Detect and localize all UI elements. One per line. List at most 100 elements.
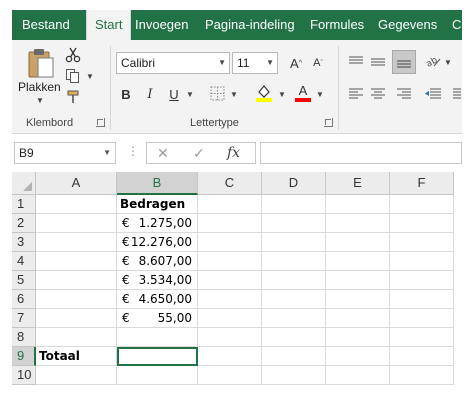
increase-indent-icon[interactable] [448, 86, 462, 102]
cell-e3[interactable] [326, 233, 390, 252]
row-header-3[interactable]: 3 [12, 233, 36, 252]
orientation-icon[interactable]: ab [424, 52, 442, 70]
copy-dropdown-icon[interactable]: ▼ [86, 72, 94, 81]
cell-d5[interactable] [262, 271, 326, 290]
tab-overflow[interactable]: C [452, 10, 461, 40]
cell-e1[interactable] [326, 195, 390, 214]
font-size-combobox[interactable]: 11 ▼ [232, 52, 278, 74]
tab-invoegen[interactable]: Invoegen [135, 10, 189, 40]
cell-a4[interactable] [36, 252, 117, 271]
cell-c8[interactable] [198, 328, 262, 347]
align-middle-icon[interactable] [370, 54, 386, 70]
chevron-down-icon[interactable]: ▼ [266, 53, 274, 73]
cell-f8[interactable] [390, 328, 454, 347]
cell-d7[interactable] [262, 309, 326, 328]
underline-button[interactable]: U [166, 84, 182, 104]
cell-b4[interactable]: €8.607,00 [117, 252, 198, 271]
cell-a3[interactable] [36, 233, 117, 252]
font-dialog-launcher-icon[interactable] [324, 118, 333, 127]
paste-dropdown-icon[interactable]: ▼ [36, 96, 44, 105]
row-header-1[interactable]: 1 [12, 195, 36, 214]
row-header-5[interactable]: 5 [12, 271, 36, 290]
cell-d9[interactable] [262, 347, 326, 366]
cell-d10[interactable] [262, 366, 326, 385]
cell-b2[interactable]: €1.275,00 [117, 214, 198, 233]
align-center-icon[interactable] [370, 86, 386, 102]
cell-b1[interactable]: Bedragen [117, 195, 198, 214]
cell-c1[interactable] [198, 195, 262, 214]
row-header-10[interactable]: 10 [12, 366, 36, 385]
cell-c10[interactable] [198, 366, 262, 385]
font-name-combobox[interactable]: Calibri ▼ [116, 52, 230, 74]
cell-a9[interactable]: Totaal [36, 347, 117, 366]
align-top-icon[interactable] [348, 54, 364, 70]
chevron-down-icon[interactable]: ▼ [218, 53, 226, 73]
cell-e10[interactable] [326, 366, 390, 385]
font-color-dropdown-icon[interactable]: ▼ [316, 90, 324, 99]
cell-b7[interactable]: €55,00 [117, 309, 198, 328]
cell-d6[interactable] [262, 290, 326, 309]
enter-icon[interactable]: ✓ [193, 143, 205, 163]
tab-pagina-indeling[interactable]: Pagina-indeling [205, 10, 295, 40]
cell-e5[interactable] [326, 271, 390, 290]
cell-e4[interactable] [326, 252, 390, 271]
shrink-font-button[interactable]: Aˇ [310, 53, 326, 73]
column-header-d[interactable]: D [262, 172, 326, 195]
insert-function-icon[interactable]: fx [227, 143, 240, 163]
italic-button[interactable]: I [142, 84, 158, 104]
cell-f9[interactable] [390, 347, 454, 366]
cell-f5[interactable] [390, 271, 454, 290]
formula-bar-grip-icon[interactable]: ⋮ [127, 144, 139, 158]
cell-d2[interactable] [262, 214, 326, 233]
cell-c5[interactable] [198, 271, 262, 290]
decrease-indent-icon[interactable] [424, 86, 442, 102]
cell-b6[interactable]: €4.650,00 [117, 290, 198, 309]
copy-icon[interactable] [64, 67, 82, 85]
font-color-icon[interactable]: A [294, 82, 312, 104]
cut-icon[interactable] [64, 46, 82, 64]
align-bottom-icon[interactable] [392, 50, 416, 74]
cell-a5[interactable] [36, 271, 117, 290]
cell-c6[interactable] [198, 290, 262, 309]
column-header-e[interactable]: E [326, 172, 390, 195]
cell-f2[interactable] [390, 214, 454, 233]
row-header-4[interactable]: 4 [12, 252, 36, 271]
cell-e6[interactable] [326, 290, 390, 309]
paste-button-label[interactable]: Plakken [18, 80, 61, 94]
cell-f4[interactable] [390, 252, 454, 271]
cell-c2[interactable] [198, 214, 262, 233]
column-header-a[interactable]: A [36, 172, 117, 195]
row-header-6[interactable]: 6 [12, 290, 36, 309]
orientation-dropdown-icon[interactable]: ▼ [444, 58, 452, 67]
cell-a7[interactable] [36, 309, 117, 328]
cell-f1[interactable] [390, 195, 454, 214]
paste-icon[interactable] [24, 46, 58, 80]
borders-icon[interactable] [208, 84, 226, 102]
cancel-icon[interactable]: ✕ [157, 143, 169, 163]
formula-input[interactable] [260, 142, 462, 164]
clipboard-dialog-launcher-icon[interactable] [96, 118, 105, 127]
cell-b9[interactable] [117, 347, 198, 366]
align-right-icon[interactable] [396, 86, 412, 102]
cell-b5[interactable]: €3.534,00 [117, 271, 198, 290]
row-header-2[interactable]: 2 [12, 214, 36, 233]
row-header-9[interactable]: 9 [12, 347, 36, 366]
cell-d3[interactable] [262, 233, 326, 252]
column-header-b[interactable]: B [117, 172, 198, 195]
cell-c9[interactable] [198, 347, 262, 366]
cell-d4[interactable] [262, 252, 326, 271]
cell-f10[interactable] [390, 366, 454, 385]
cell-c3[interactable] [198, 233, 262, 252]
fill-color-icon[interactable] [254, 82, 274, 104]
cell-d8[interactable] [262, 328, 326, 347]
borders-dropdown-icon[interactable]: ▼ [230, 90, 238, 99]
cell-a1[interactable] [36, 195, 117, 214]
name-box[interactable]: B9 ▼ [14, 142, 116, 164]
cell-a8[interactable] [36, 328, 117, 347]
cell-e9[interactable] [326, 347, 390, 366]
cell-b3[interactable]: €12.276,00 [117, 233, 198, 252]
cell-a10[interactable] [36, 366, 117, 385]
cell-b10[interactable] [117, 366, 198, 385]
cell-f7[interactable] [390, 309, 454, 328]
cell-e8[interactable] [326, 328, 390, 347]
